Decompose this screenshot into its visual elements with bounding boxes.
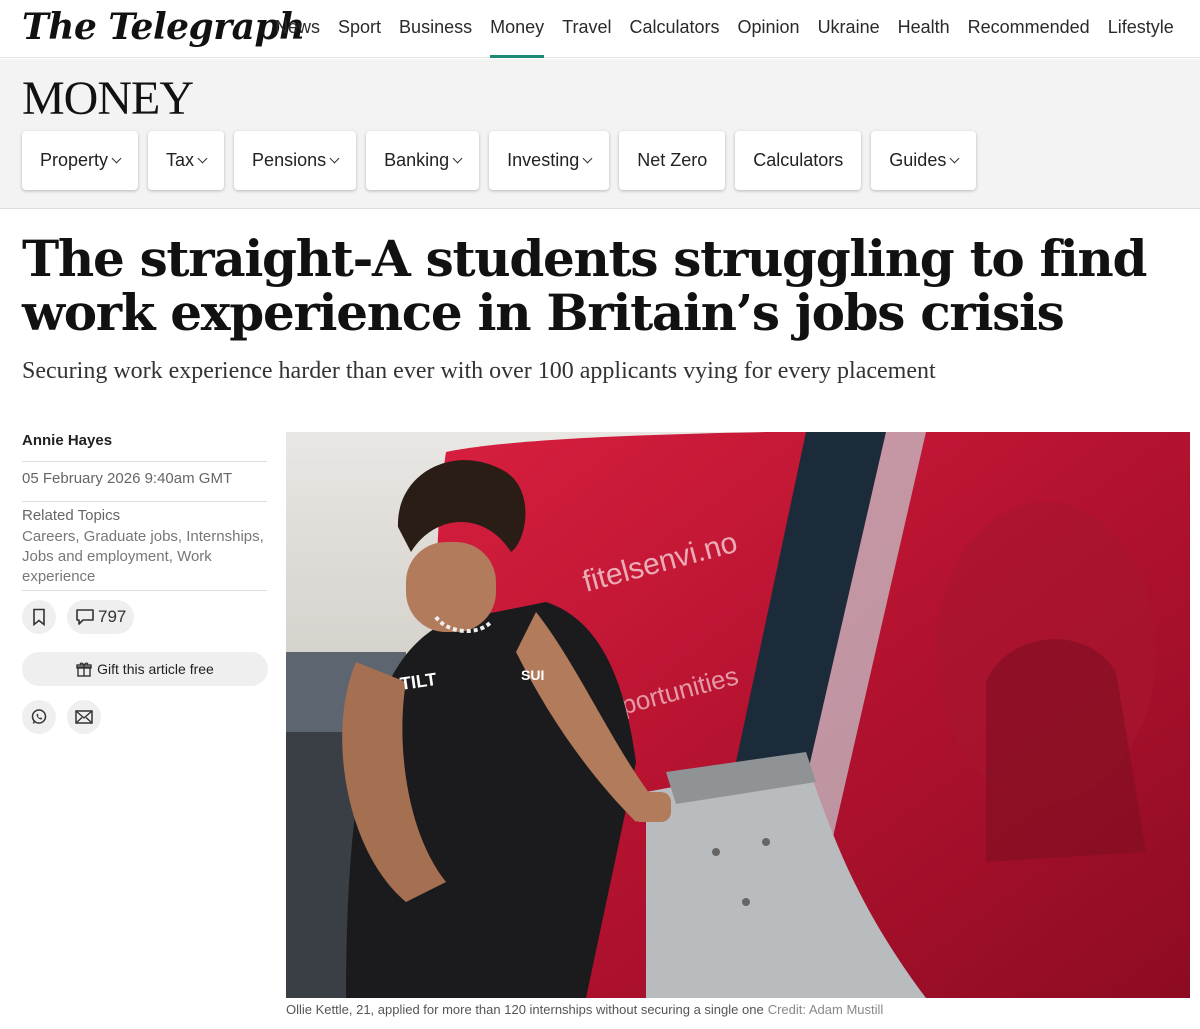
related-topics-label: Related Topics: [22, 507, 121, 524]
subnav-banking[interactable]: Banking: [366, 131, 480, 190]
divider: [22, 501, 267, 502]
nav-item-money[interactable]: Money: [490, 0, 545, 58]
nav-item-news[interactable]: News: [275, 0, 320, 58]
chevron-down-icon: [452, 153, 463, 164]
subnav-label: Net Zero: [637, 150, 708, 170]
subnav-label: Investing: [507, 150, 580, 170]
publish-date: 05 February 2026 9:40am GMT: [22, 470, 233, 487]
email-icon: [75, 710, 93, 724]
nav-item-lifestyle[interactable]: Lifestyle: [1108, 0, 1174, 58]
subnav-calculators[interactable]: Calculators: [735, 131, 862, 190]
subnav-label: Guides: [889, 150, 947, 170]
bookmark-button[interactable]: [22, 600, 56, 634]
divider: [22, 590, 267, 591]
nav-item-ukraine[interactable]: Ukraine: [818, 0, 880, 58]
gift-label: Gift this article free: [97, 661, 214, 677]
nav-item-opinion[interactable]: Opinion: [738, 0, 800, 58]
nav-item-calculators[interactable]: Calculators: [629, 0, 719, 58]
subnav-investing[interactable]: Investing: [489, 131, 610, 190]
subnav-label: Banking: [384, 150, 450, 170]
chevron-down-icon: [111, 153, 122, 164]
section-subnav: Property Tax Pensions Banking Investing …: [22, 131, 986, 190]
article-standfirst: Securing work experience harder than eve…: [22, 358, 936, 384]
comment-icon: [76, 609, 94, 625]
author-name[interactable]: Annie Hayes: [22, 432, 112, 449]
subnav-label: Calculators: [753, 150, 844, 170]
image-caption: Ollie Kettle, 21, applied for more than …: [286, 1002, 883, 1017]
subnav-label: Tax: [166, 150, 195, 170]
chevron-down-icon: [582, 153, 593, 164]
section-header: MONEY Property Tax Pensions Banking Inve…: [0, 59, 1200, 209]
badge-text: SUI: [521, 667, 544, 683]
subnav-guides[interactable]: Guides: [871, 131, 977, 190]
subnav-tax[interactable]: Tax: [148, 131, 225, 190]
nav-item-recommended[interactable]: Recommended: [968, 0, 1090, 58]
subnav-label: Property: [40, 150, 109, 170]
telegraph-logo[interactable]: The Telegraph: [22, 6, 305, 48]
subnav-property[interactable]: Property: [22, 131, 139, 190]
divider: [22, 461, 267, 462]
chevron-down-icon: [949, 153, 960, 164]
subnav-label: Pensions: [252, 150, 327, 170]
hero-photo-illustration: fitelsenvi.no opportunities TILT SUI: [286, 432, 1190, 998]
comments-button[interactable]: 797: [67, 600, 135, 634]
top-navigation-bar: The Telegraph News Sport Business Money …: [0, 0, 1200, 58]
nav-item-business[interactable]: Business: [399, 0, 472, 58]
gift-icon: [76, 662, 92, 677]
image-credit: Credit: Adam Mustill: [767, 1002, 884, 1017]
comment-count: 797: [98, 607, 127, 626]
related-topics-list[interactable]: Careers, Graduate jobs, Internships, Job…: [22, 527, 272, 587]
nav-item-travel[interactable]: Travel: [562, 0, 611, 58]
share-email-button[interactable]: [67, 700, 101, 734]
primary-nav: News Sport Business Money Travel Calcula…: [275, 0, 1192, 58]
whatsapp-icon: [31, 709, 47, 724]
section-title[interactable]: MONEY: [22, 71, 194, 126]
chevron-down-icon: [329, 153, 340, 164]
article-hero-image[interactable]: fitelsenvi.no opportunities TILT SUI: [286, 432, 1190, 998]
bookmark-icon: [33, 608, 45, 626]
nav-item-sport[interactable]: Sport: [338, 0, 381, 58]
subnav-pensions[interactable]: Pensions: [234, 131, 357, 190]
subnav-net-zero[interactable]: Net Zero: [619, 131, 726, 190]
gift-article-button[interactable]: Gift this article free: [22, 652, 268, 686]
article-headline: The straight-A students struggling to fi…: [22, 229, 1147, 342]
caption-text: Ollie Kettle, 21, applied for more than …: [286, 1002, 764, 1017]
chevron-down-icon: [197, 153, 208, 164]
share-whatsapp-button[interactable]: [22, 700, 56, 734]
nav-item-health[interactable]: Health: [898, 0, 950, 58]
